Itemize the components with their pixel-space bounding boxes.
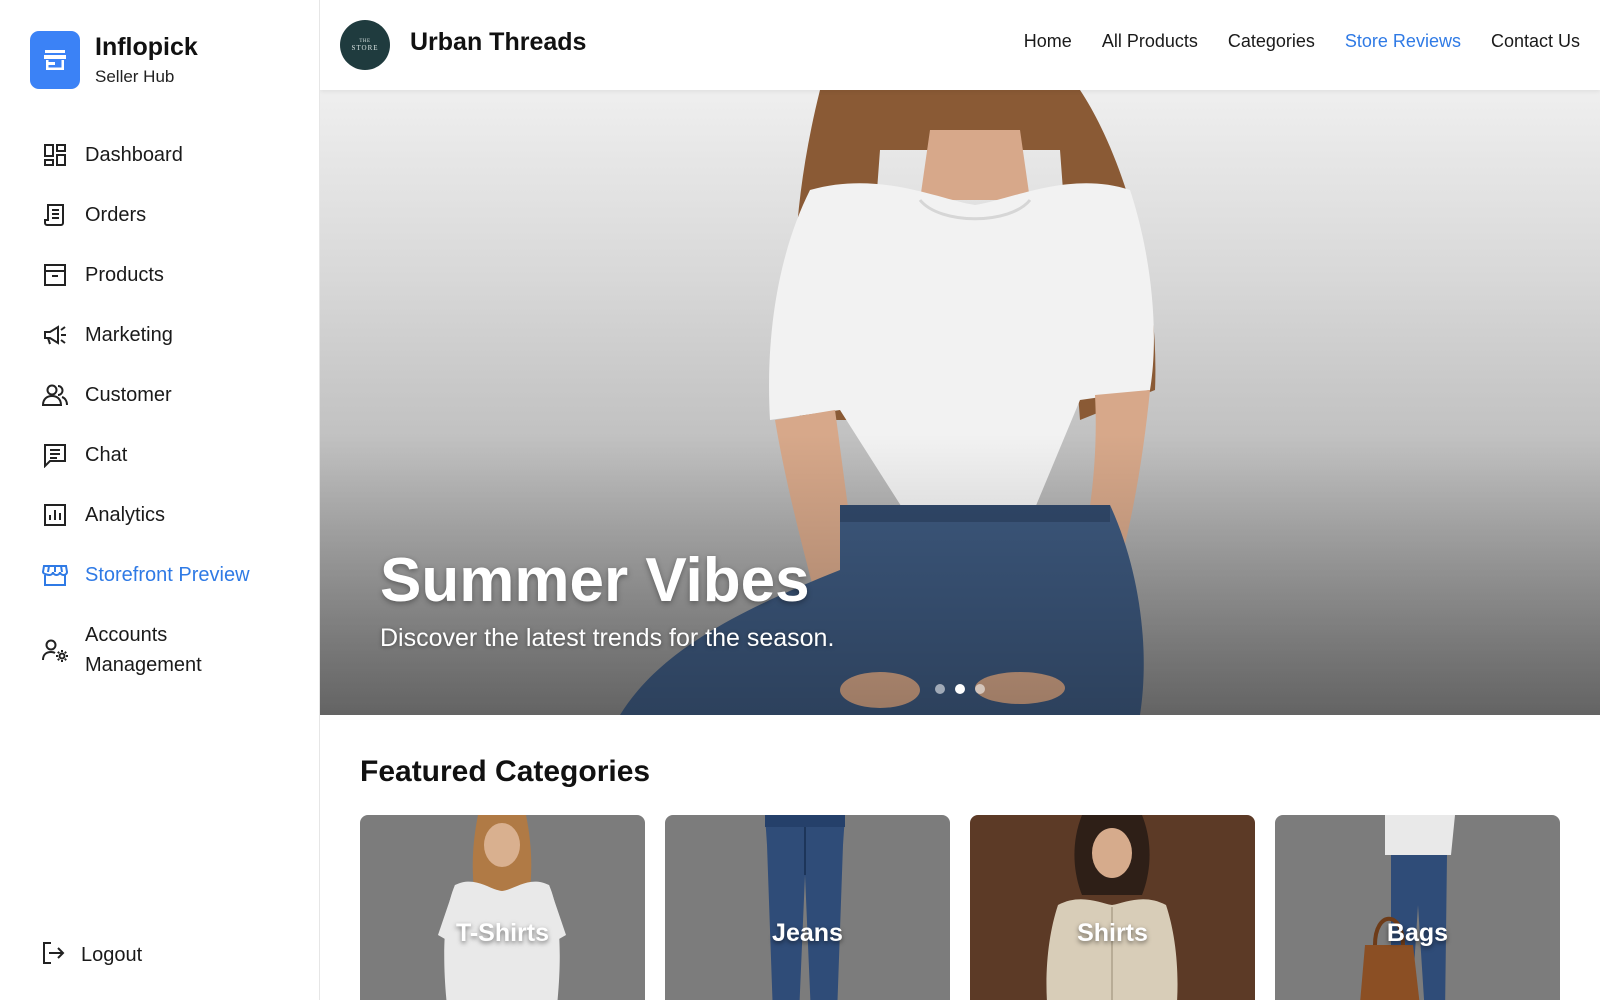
hero-banner[interactable]: Summer Vibes Discover the latest trends … <box>320 90 1600 715</box>
sidebar-item-label: Analytics <box>85 504 166 526</box>
sidebar-item-label: Chat <box>85 444 128 466</box>
category-card-bags[interactable]: Bags <box>1275 815 1560 1000</box>
receipt-icon <box>40 200 70 230</box>
sidebar-item-label: Products <box>85 264 164 286</box>
carousel-dot[interactable] <box>975 684 985 694</box>
category-label: Shirts <box>1077 919 1148 947</box>
dashboard-icon <box>40 140 70 170</box>
store-nav: Home All Products Categories Store Revie… <box>1024 31 1580 52</box>
sidebar-item-orders[interactable]: Orders <box>0 185 320 245</box>
category-label: Bags <box>1386 919 1449 947</box>
sidebar-item-analytics[interactable]: Analytics <box>0 485 320 545</box>
hero-overlay <box>320 90 1600 715</box>
category-image <box>765 815 845 1000</box>
brand-name: Inflopick <box>95 33 198 61</box>
brand[interactable]: Inflopick Seller Hub <box>30 31 198 89</box>
sidebar-item-products[interactable]: Products <box>0 245 320 305</box>
hero-title: Summer Vibes <box>380 546 810 615</box>
sidebar-item-customer[interactable]: Customer <box>0 365 320 425</box>
logout-icon <box>40 940 66 971</box>
nav-link-home[interactable]: Home <box>1024 31 1072 52</box>
category-card-jeans[interactable]: Jeans <box>665 815 950 1000</box>
sidebar-item-marketing[interactable]: Marketing <box>0 305 320 365</box>
sidebar-item-storefront-preview[interactable]: Storefront Preview <box>0 545 320 605</box>
storefront-preview: THE STORE Urban Threads Home All Product… <box>320 0 1600 1000</box>
nav-link-all-products[interactable]: All Products <box>1102 31 1198 52</box>
storefront-icon <box>40 560 70 590</box>
category-label: Jeans <box>772 919 843 947</box>
sidebar-item-chat[interactable]: Chat <box>0 425 320 485</box>
featured-categories: T-Shirts Jeans Shirts Bags <box>360 815 1560 1000</box>
analytics-icon <box>40 500 70 530</box>
sidebar-item-dashboard[interactable]: Dashboard <box>0 125 320 185</box>
archive-box-icon <box>40 260 70 290</box>
sidebar-item-label: Storefront Preview <box>85 564 250 586</box>
logout-label: Logout <box>81 944 143 966</box>
sidebar-nav: Dashboard Orders Products Marketing Cust… <box>0 125 320 695</box>
sidebar-item-label: Customer <box>85 384 172 406</box>
carousel-dots <box>935 684 985 694</box>
store-logo[interactable]: THE STORE <box>340 20 390 70</box>
brand-subtitle: Seller Hub <box>95 67 175 86</box>
nav-link-categories[interactable]: Categories <box>1228 31 1315 52</box>
megaphone-icon <box>40 320 70 350</box>
nav-link-contact-us[interactable]: Contact Us <box>1491 31 1580 52</box>
carousel-dot-active[interactable] <box>955 684 965 694</box>
featured-categories-title: Featured Categories <box>360 755 651 788</box>
store-header: THE STORE Urban Threads Home All Product… <box>320 0 1600 90</box>
category-image <box>1046 815 1178 1000</box>
sidebar-item-label: Marketing <box>85 324 173 346</box>
sidebar-item-label: Orders <box>85 204 147 226</box>
category-card-shirts[interactable]: Shirts <box>970 815 1255 1000</box>
category-image <box>1360 815 1455 1000</box>
nav-link-store-reviews[interactable]: Store Reviews <box>1345 31 1461 52</box>
user-gear-icon <box>40 635 70 665</box>
store-icon <box>30 31 80 89</box>
sidebar-item-accounts-management[interactable]: Accounts Management <box>0 605 320 695</box>
sidebar-item-label: Accounts Management <box>85 624 202 676</box>
category-card-tshirts[interactable]: T-Shirts <box>360 815 645 1000</box>
hero-subtitle: Discover the latest trends for the seaso… <box>380 624 835 652</box>
sidebar-item-label: Dashboard <box>85 144 183 166</box>
chat-icon <box>40 440 70 470</box>
category-image <box>438 815 566 1000</box>
logout-button[interactable]: Logout <box>40 940 142 971</box>
carousel-dot[interactable] <box>935 684 945 694</box>
category-label: T-Shirts <box>455 919 550 947</box>
sidebar: Inflopick Seller Hub Dashboard Orders Pr… <box>0 0 320 1000</box>
users-icon <box>40 380 70 410</box>
store-name: Urban Threads <box>410 28 587 56</box>
